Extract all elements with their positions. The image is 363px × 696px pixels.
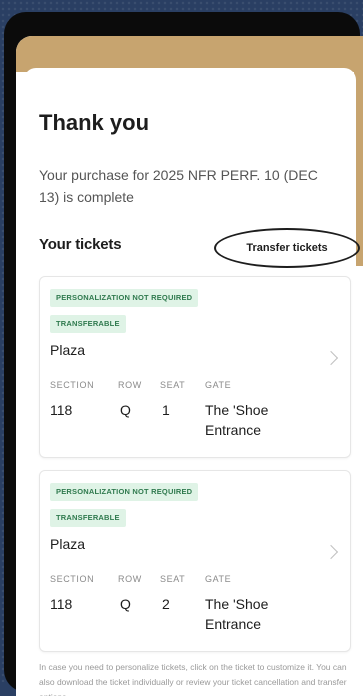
venue-name: Plaza bbox=[50, 342, 86, 358]
ticket-card[interactable]: PERSONALIZATION NOT REQUIRED TRANSFERABL… bbox=[39, 470, 351, 652]
row-value: Q bbox=[120, 596, 131, 612]
app-screen: Thank you Your purchase for 2025 NFR PER… bbox=[16, 36, 363, 696]
section-label: SECTION bbox=[50, 574, 95, 584]
ticket-card[interactable]: PERSONALIZATION NOT REQUIRED TRANSFERABL… bbox=[39, 276, 351, 458]
chevron-right-icon[interactable] bbox=[323, 544, 339, 560]
section-value: 118 bbox=[50, 402, 73, 418]
seat-label: SEAT bbox=[160, 380, 186, 390]
section-value: 118 bbox=[50, 596, 73, 612]
transfer-tickets-button[interactable]: Transfer tickets bbox=[214, 228, 360, 268]
venue-name: Plaza bbox=[50, 536, 86, 552]
gate-value: The 'Shoe Entrance bbox=[205, 402, 269, 438]
chevron-right-icon[interactable] bbox=[323, 350, 339, 366]
personalization-badge: PERSONALIZATION NOT REQUIRED bbox=[50, 483, 199, 501]
seat-value: 2 bbox=[162, 596, 170, 612]
header-band bbox=[16, 36, 363, 72]
seat-value: 1 bbox=[162, 402, 170, 418]
personalization-badge: PERSONALIZATION NOT REQUIRED bbox=[50, 289, 199, 307]
gate-label: GATE bbox=[205, 574, 232, 584]
gate-value: The 'Shoe Entrance bbox=[205, 596, 269, 632]
gate-label: GATE bbox=[205, 380, 232, 390]
row-label: ROW bbox=[118, 574, 142, 584]
row-value: Q bbox=[120, 402, 131, 418]
phone-frame: Thank you Your purchase for 2025 NFR PER… bbox=[4, 12, 363, 696]
footer-help-text: In case you need to personalize tickets,… bbox=[39, 662, 347, 696]
tickets-heading: Your tickets bbox=[39, 236, 122, 253]
section-label: SECTION bbox=[50, 380, 95, 390]
purchase-confirmation-text: Your purchase for 2025 NFR PERF. 10 (DEC… bbox=[39, 167, 318, 205]
transferable-badge: TRANSFERABLE bbox=[50, 509, 126, 527]
transferable-badge: TRANSFERABLE bbox=[50, 315, 126, 333]
row-label: ROW bbox=[118, 380, 142, 390]
page-title: Thank you bbox=[39, 110, 150, 135]
seat-label: SEAT bbox=[160, 574, 186, 584]
confirmation-panel: Thank you Your purchase for 2025 NFR PER… bbox=[24, 68, 360, 696]
